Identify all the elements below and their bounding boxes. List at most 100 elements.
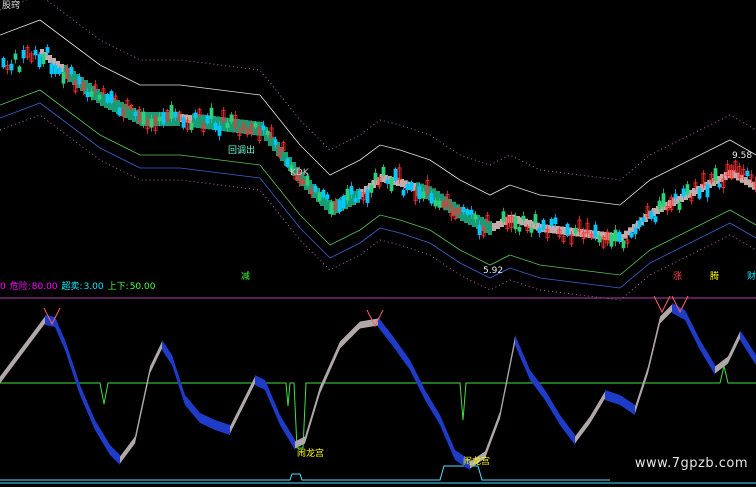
candle-body: [89, 91, 94, 97]
updown-value: 50.00: [129, 282, 156, 292]
danger-label: 危险:: [9, 282, 31, 292]
oscillator-segment: [80, 385, 95, 430]
oscillator-segment: [110, 445, 120, 465]
oscillator-segment: [685, 310, 700, 350]
oscillator-segment: [0, 356, 15, 384]
candle-body: [405, 183, 410, 191]
indicator-params-row: 0 危险:80.00 超卖:3.00 上下:50.00: [0, 281, 159, 293]
candle-body: [109, 91, 114, 103]
candle-body: [97, 94, 102, 100]
candle-body: [353, 198, 358, 202]
candle-body: [437, 200, 442, 208]
candle-body: [329, 202, 334, 215]
low-price-label: 5.92: [483, 266, 504, 276]
candle-body: [181, 117, 186, 128]
oscillator-segment: [728, 331, 740, 364]
candle-body: [45, 47, 50, 54]
candle-body: [49, 63, 54, 74]
ribbon-segment: [488, 221, 492, 235]
long-support-line: [0, 102, 756, 289]
candle-body: [465, 209, 470, 215]
candle-body: [173, 111, 178, 118]
updown-label: 上下:: [107, 282, 129, 292]
candle-body: [609, 234, 614, 247]
oscillator-segment: [150, 341, 162, 374]
candle-body: [77, 76, 82, 85]
candle-body: [705, 184, 710, 198]
oscillator-segment: [320, 341, 340, 394]
candle-body: [209, 107, 214, 119]
oscillator-segment: [230, 406, 240, 434]
candle-body: [37, 54, 42, 68]
kdk-label: KDK: [290, 168, 309, 178]
chart-canvas[interactable]: [0, 0, 756, 487]
candle-body: [621, 240, 626, 249]
candle-body: [13, 53, 18, 60]
oscillator-segment: [648, 316, 660, 374]
oscillator-segment: [120, 436, 135, 464]
candle-body: [573, 227, 578, 234]
oscillator-segment: [215, 420, 230, 435]
candle-body: [473, 214, 478, 220]
candle-body: [429, 193, 434, 204]
candle-body: [629, 232, 634, 238]
oscillator-segment: [620, 395, 635, 415]
top-left-label: 股窍: [2, 1, 21, 11]
candle-body: [549, 219, 554, 226]
ribbon-segment: [400, 179, 404, 187]
candle-body: [345, 188, 350, 201]
indicator-prefix: 0: [0, 282, 6, 292]
candle-body: [105, 94, 110, 103]
oscillator-segment: [185, 395, 200, 423]
candle-body: [217, 125, 222, 136]
osc-annotation: 闹龙宫: [463, 457, 491, 467]
candle-body: [313, 185, 318, 192]
candle-body: [513, 216, 518, 230]
oscillator-segment: [425, 390, 440, 425]
oversold-pulse-line: [0, 465, 610, 481]
oscillator-segment: [605, 390, 620, 405]
oscillator-segment: [360, 318, 378, 329]
candle-body: [713, 168, 718, 181]
candle-body: [501, 211, 506, 222]
candle-body: [33, 49, 38, 56]
candle-body: [529, 227, 534, 233]
candle-body: [409, 181, 414, 191]
candle-body: [593, 224, 598, 238]
signal-tag: 减: [241, 272, 251, 282]
oscillator-segment: [55, 317, 65, 350]
danger-value: 80.00: [31, 282, 58, 292]
candle-body: [61, 72, 66, 84]
candle-body: [677, 202, 682, 210]
oscillator-segment: [530, 370, 545, 400]
candle-body: [321, 189, 326, 198]
candle-body: [381, 166, 386, 176]
candle-body: [41, 54, 46, 65]
candle-body: [169, 104, 174, 119]
oscillator-segment: [575, 416, 590, 444]
candle-body: [369, 185, 374, 193]
oscillator-segment: [560, 415, 575, 445]
candle-body: [117, 107, 122, 116]
upper-envelope-dotted: [0, 0, 756, 181]
candle-body: [213, 122, 218, 131]
candle-body: [685, 184, 690, 195]
oscillator-segment: [740, 330, 756, 365]
signal-tag: 涨: [673, 272, 683, 282]
oversold-value: 3.00: [83, 282, 104, 292]
oscillator-segment: [410, 360, 425, 400]
candle-body: [565, 223, 570, 236]
candle-body: [681, 188, 686, 197]
oscillator-segment: [240, 376, 255, 414]
candle-body: [597, 235, 602, 243]
ribbon-segment: [560, 226, 564, 235]
candle-body: [393, 168, 398, 182]
oscillator-segment: [15, 336, 30, 364]
oscillator-segment: [545, 390, 560, 425]
oscillator-segment: [485, 411, 500, 459]
oscillator-segment: [265, 380, 280, 425]
lower-envelope-dotted: [0, 114, 756, 301]
candle-body: [133, 111, 138, 116]
oscillator-segment: [200, 413, 215, 430]
updown-step-line: [0, 365, 756, 449]
